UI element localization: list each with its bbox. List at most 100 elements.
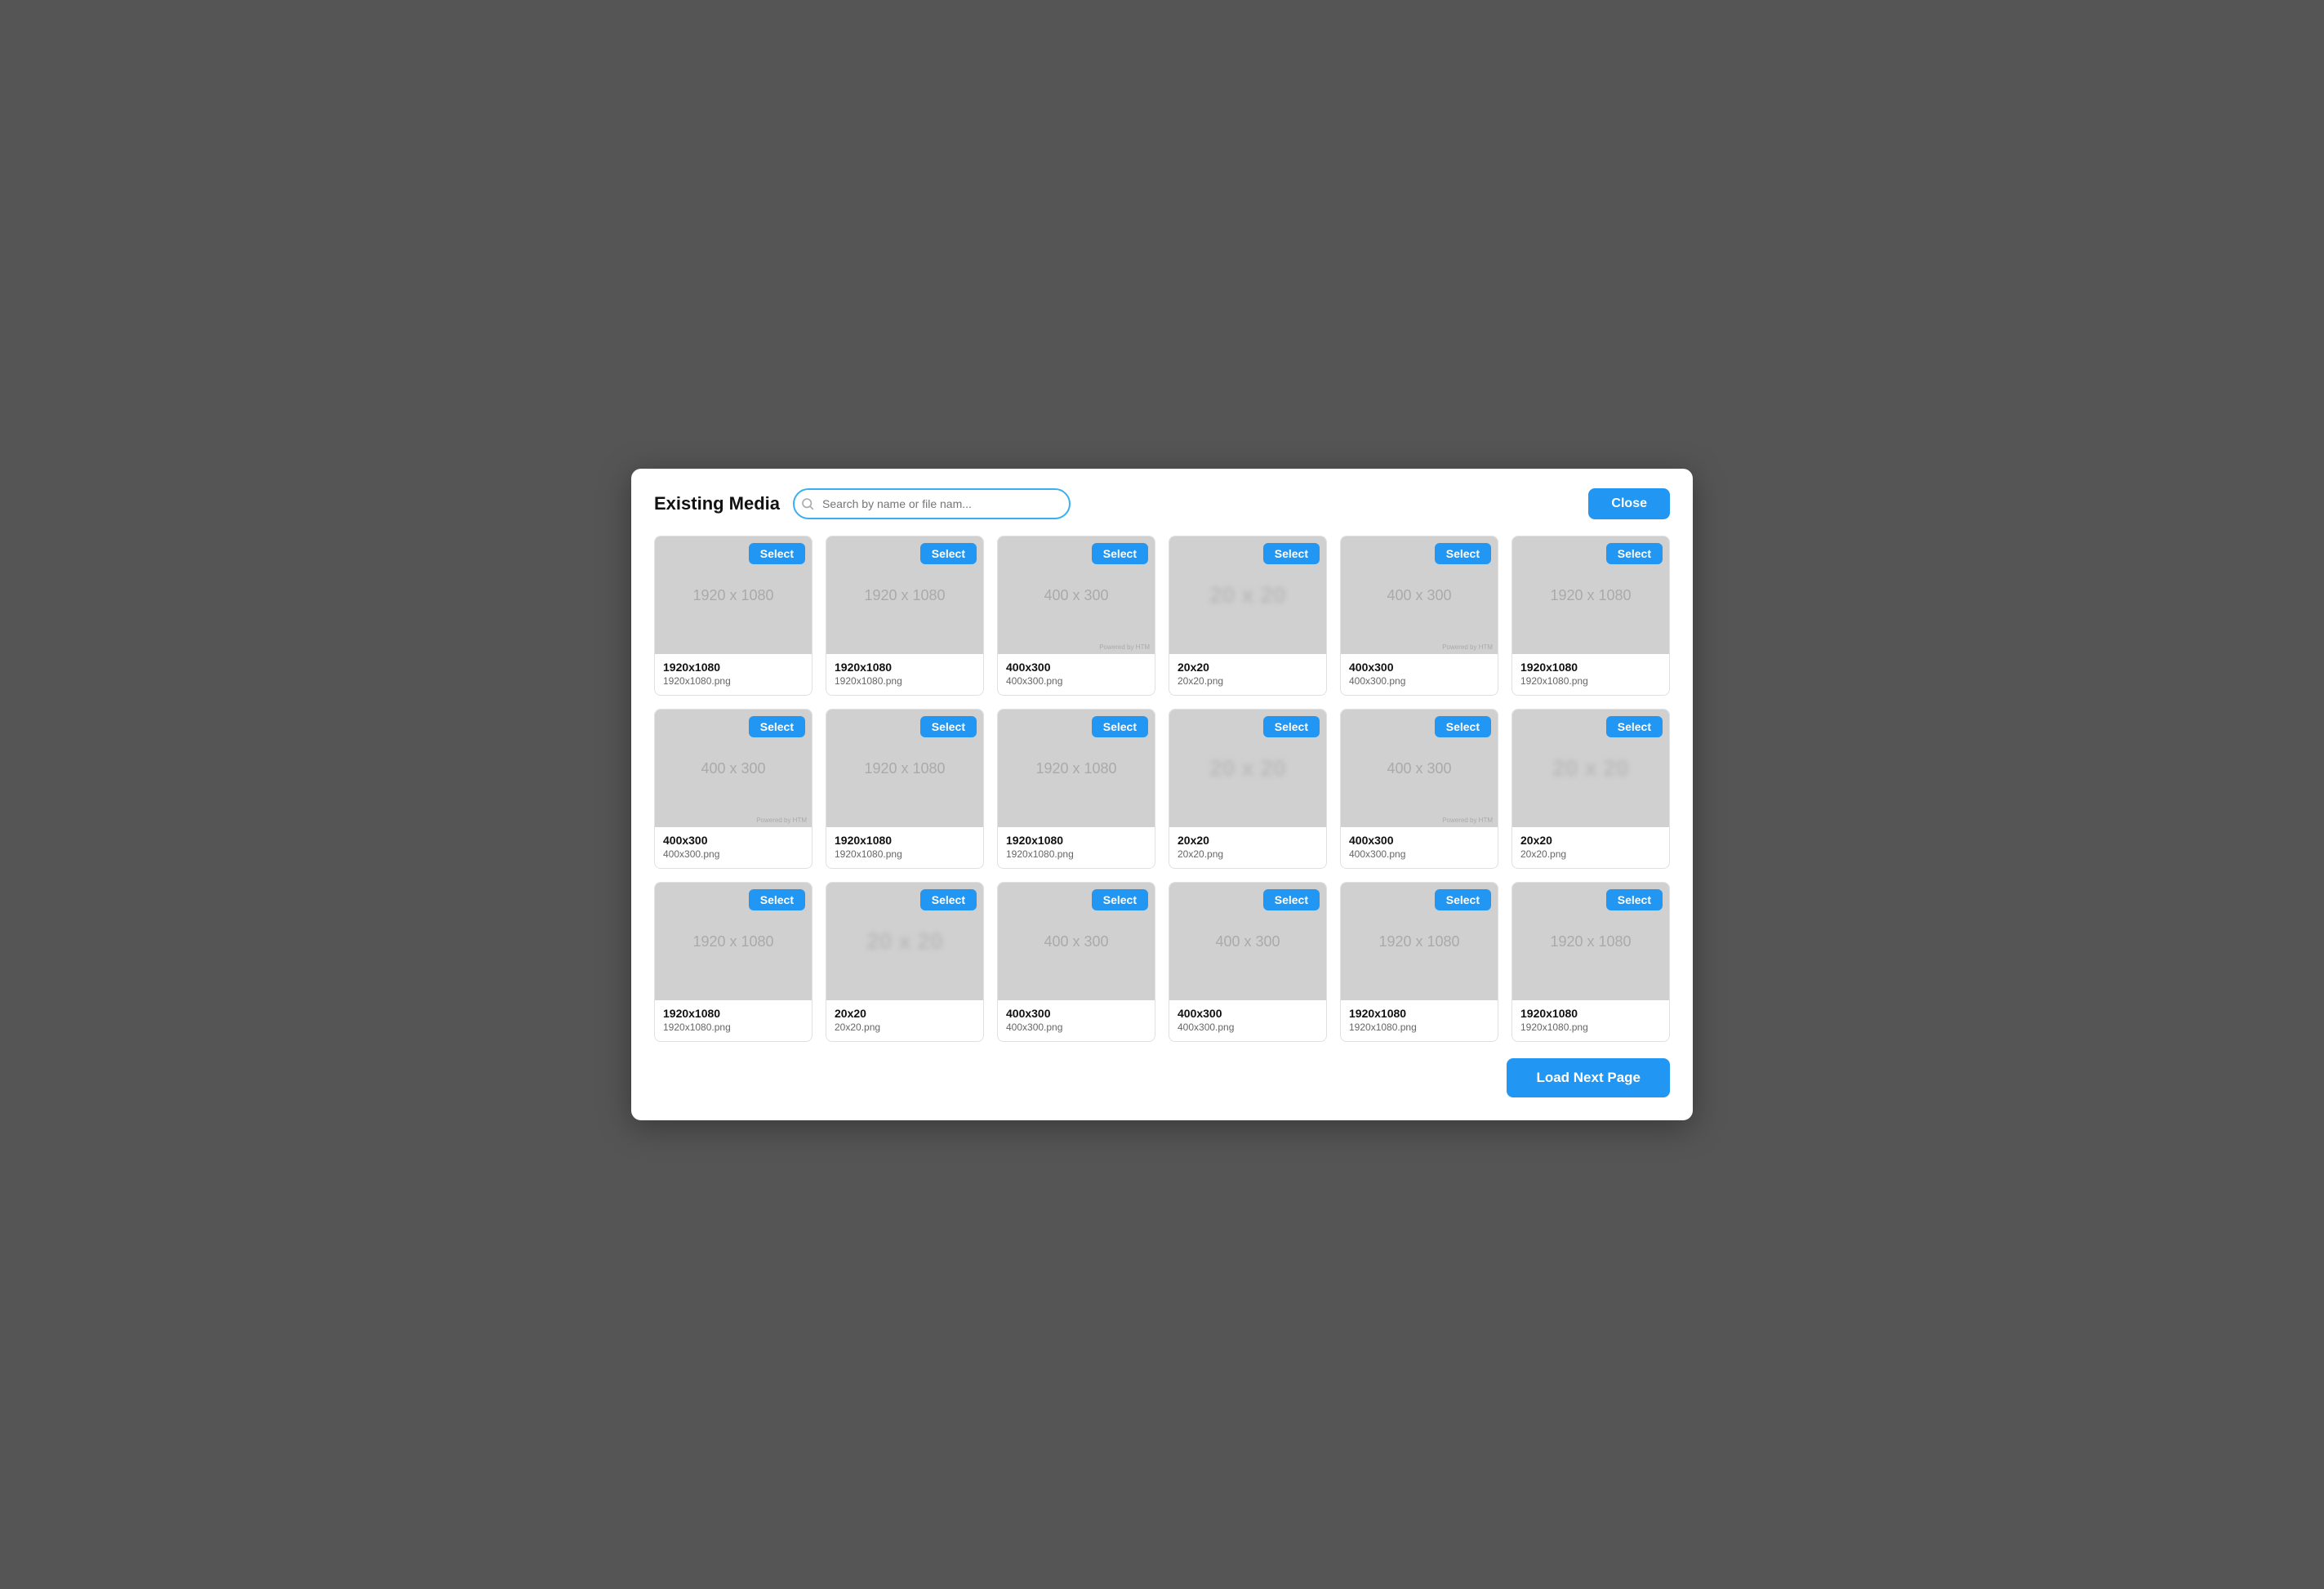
- media-card: Select20 x 2020x2020x20.png: [826, 882, 984, 1042]
- select-button[interactable]: Select: [749, 716, 805, 737]
- card-filename: 20x20.png: [835, 1022, 975, 1033]
- thumb-label: 400 x 300: [1215, 933, 1280, 950]
- existing-media-modal: Existing Media Close Select 1920 x 1080 19…: [631, 469, 1693, 1120]
- card-name: 1920x1080: [663, 1007, 804, 1020]
- modal-title: Existing Media: [654, 493, 780, 514]
- card-filename: 400x300.png: [1349, 848, 1489, 860]
- thumbnail: Select 1920 x 1080: [1341, 883, 1498, 1000]
- media-card: Select1920 x 10801920x10801920x1080.png: [826, 709, 984, 869]
- select-button[interactable]: Select: [1263, 889, 1320, 910]
- media-card: Select400 x 300Powered by HTM400x300400x…: [997, 536, 1155, 696]
- thumb-label: 1920 x 1080: [864, 760, 945, 777]
- card-name: 400x300: [663, 834, 804, 847]
- powered-label: Powered by HTM: [1442, 643, 1493, 651]
- select-button[interactable]: Select: [920, 716, 977, 737]
- card-info: 400x300400x300.png: [1341, 827, 1498, 868]
- card-filename: 400x300.png: [1006, 675, 1146, 687]
- card-name: 20x20: [1178, 661, 1318, 674]
- select-button[interactable]: Select: [1263, 716, 1320, 737]
- card-filename: 1920x1080.png: [1520, 1022, 1661, 1033]
- media-card: Select1920 x 1080 1920x10801920x1080.png: [654, 536, 813, 696]
- powered-label: Powered by HTM: [1442, 817, 1493, 824]
- card-filename: 20x20.png: [1178, 675, 1318, 687]
- thumb-label: 400 x 300: [1387, 587, 1451, 604]
- thumb-label: 20 x 20: [1209, 582, 1285, 608]
- thumbnail: Select 400 x 300: [1169, 883, 1326, 1000]
- thumb-label: 1920 x 1080: [1378, 933, 1459, 950]
- thumb-label: 20 x 20: [1552, 755, 1628, 781]
- card-name: 1920x1080: [1520, 1007, 1661, 1020]
- thumbnail: Select 1920 x 1080: [998, 710, 1155, 827]
- close-button[interactable]: Close: [1588, 488, 1670, 519]
- card-info: 400x300400x300.png: [655, 827, 812, 868]
- card-name: 1920x1080: [835, 661, 975, 674]
- media-card: Select 1920 x 1080 1920x10801920x1080.png: [1511, 536, 1670, 696]
- media-grid: Select1920 x 10801920x10801920x1080.pngS…: [654, 536, 1670, 1042]
- card-name: 400x300: [1349, 834, 1489, 847]
- card-name: 400x300: [1006, 661, 1146, 674]
- card-info: 20x2020x20.png: [1512, 827, 1669, 868]
- card-info: 1920x10801920x1080.png: [998, 827, 1155, 868]
- select-button[interactable]: Select: [920, 543, 977, 564]
- card-info: 400x300400x300.png: [998, 1000, 1155, 1041]
- select-button[interactable]: Select: [749, 543, 805, 564]
- card-name: 20x20: [1520, 834, 1661, 847]
- search-icon: [801, 497, 814, 510]
- thumb-label: 1920 x 1080: [1550, 587, 1631, 604]
- thumb-label: 400 x 300: [701, 760, 765, 777]
- thumbnail: Select400 x 300Powered by HTM: [998, 536, 1155, 654]
- select-button[interactable]: Select: [1435, 716, 1491, 737]
- thumbnail: Select 20 x 20: [1169, 536, 1326, 654]
- select-button[interactable]: Select: [1435, 889, 1491, 910]
- card-info: 1920x10801920x1080.png: [826, 654, 983, 695]
- thumbnail: Select 1920 x 1080: [826, 536, 983, 654]
- select-button[interactable]: Select: [749, 889, 805, 910]
- media-card: Select 1920 x 1080 1920x10801920x1080.png: [654, 882, 813, 1042]
- select-button[interactable]: Select: [1263, 543, 1320, 564]
- search-input[interactable]: [793, 488, 1071, 519]
- thumb-label: 1920 x 1080: [692, 933, 773, 950]
- thumbnail: Select1920 x 1080: [655, 536, 812, 654]
- card-name: 1920x1080: [1520, 661, 1661, 674]
- media-card: Select 400 x 300 Powered by HTM 400x300400x…: [1340, 709, 1498, 869]
- media-card: Select 1920 x 1080 1920x10801920x1080.png: [997, 709, 1155, 869]
- modal-header: Existing Media Close: [654, 488, 1670, 519]
- thumb-label: 1920 x 1080: [1550, 933, 1631, 950]
- card-filename: 1920x1080.png: [1520, 675, 1661, 687]
- load-next-button[interactable]: Load Next Page: [1507, 1058, 1670, 1097]
- card-info: 20x2020x20.png: [1169, 654, 1326, 695]
- powered-label: Powered by HTM: [756, 817, 807, 824]
- select-button[interactable]: Select: [1606, 716, 1663, 737]
- card-name: 20x20: [835, 1007, 975, 1020]
- select-button[interactable]: Select: [1092, 543, 1148, 564]
- card-name: 20x20: [1178, 834, 1318, 847]
- media-card: Select400 x 300400x300400x300.png: [1169, 882, 1327, 1042]
- card-name: 1920x1080: [663, 661, 804, 674]
- media-card: Select 1920 x 1080 1920x10801920x1080.png: [826, 536, 984, 696]
- card-filename: 400x300.png: [663, 848, 804, 860]
- card-filename: 1920x1080.png: [663, 675, 804, 687]
- thumb-label: 400 x 300: [1387, 760, 1451, 777]
- thumb-label: 1920 x 1080: [864, 587, 945, 604]
- card-filename: 400x300.png: [1178, 1022, 1318, 1033]
- select-button[interactable]: Select: [1606, 889, 1663, 910]
- card-info: 1920x10801920x1080.png: [1341, 1000, 1498, 1041]
- card-name: 400x300: [1006, 1007, 1146, 1020]
- card-filename: 1920x1080.png: [835, 848, 975, 860]
- thumbnail: Select 1920 x 1080: [655, 883, 812, 1000]
- card-info: 1920x10801920x1080.png: [655, 1000, 812, 1041]
- card-filename: 1920x1080.png: [1349, 1022, 1489, 1033]
- select-button[interactable]: Select: [1435, 543, 1491, 564]
- card-info: 400x300400x300.png: [998, 654, 1155, 695]
- card-filename: 1920x1080.png: [1006, 848, 1146, 860]
- select-button[interactable]: Select: [1092, 889, 1148, 910]
- thumbnail: Select 1920 x 1080: [1512, 883, 1669, 1000]
- select-button[interactable]: Select: [1606, 543, 1663, 564]
- card-info: 1920x10801920x1080.png: [1512, 654, 1669, 695]
- card-info: 400x300400x300.png: [1341, 654, 1498, 695]
- select-button[interactable]: Select: [920, 889, 977, 910]
- thumbnail: Select20 x 20: [1169, 710, 1326, 827]
- select-button[interactable]: Select: [1092, 716, 1148, 737]
- thumbnail: Select 400 x 300 Powered by HTM: [1341, 710, 1498, 827]
- thumb-label: 1920 x 1080: [1035, 760, 1116, 777]
